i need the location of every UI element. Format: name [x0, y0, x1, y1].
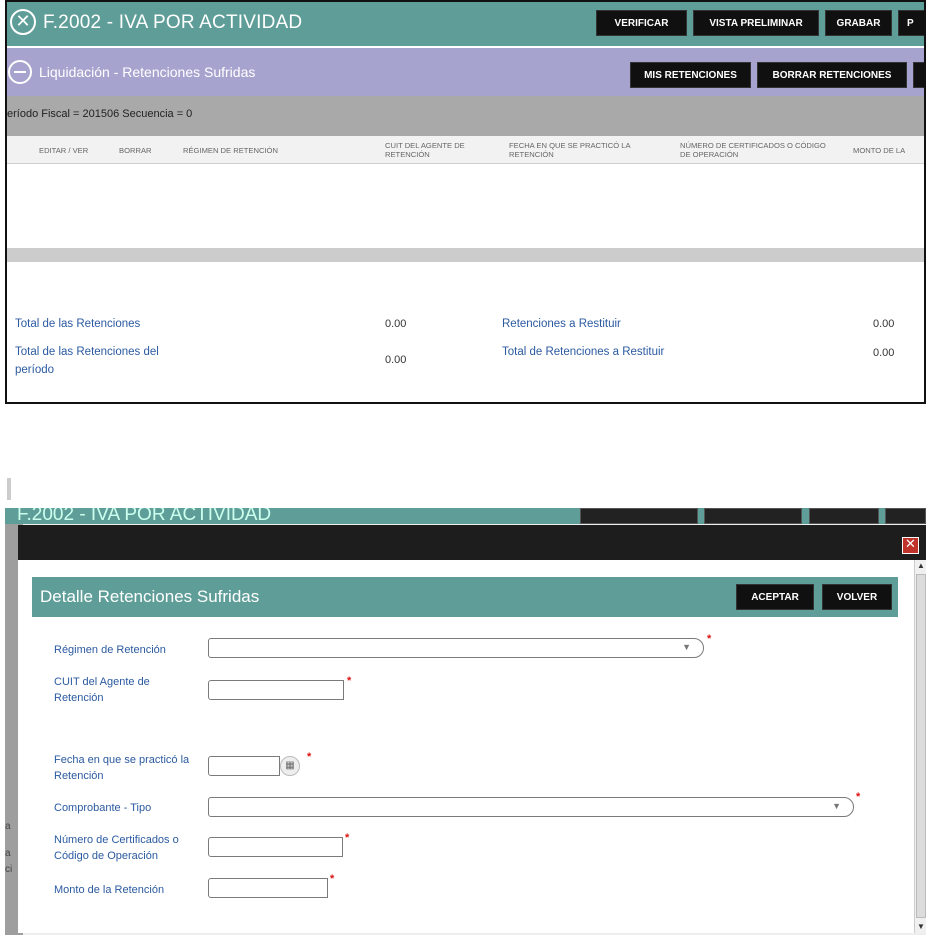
main-form-panel: ✕ F.2002 - IVA POR ACTIVIDAD VERIFICAR V… — [5, 0, 926, 404]
monto-label: Monto de la Retención — [54, 884, 165, 896]
total-period-retentions-label: Total de las Retenciones del período — [15, 346, 159, 376]
divider-mark — [7, 478, 11, 500]
calendar-icon[interactable]: ▦ — [280, 756, 300, 776]
collapse-icon[interactable] — [8, 60, 32, 84]
accept-button[interactable]: ACEPTAR — [736, 584, 814, 610]
screen: ✕ F.2002 - IVA POR ACTIVIDAD VERIFICAR V… — [0, 0, 926, 935]
period-info: eríodo Fiscal = 201506 Secuencia = 0 — [7, 108, 193, 120]
retentions-grid — [7, 164, 924, 248]
bg-verify-button — [580, 508, 698, 524]
section-header: Liquidación - Retenciones Sufridas MIS R… — [7, 48, 924, 96]
background-form-title: F.2002 - IVA POR ACTIVIDAD — [17, 508, 272, 524]
save-button[interactable]: GRABAR — [825, 10, 892, 36]
required-mark: * — [307, 751, 312, 763]
grid-column-headers: EDITAR / VER BORRAR RÉGIMEN DE RETENCIÓN… — [7, 136, 924, 164]
required-mark: * — [347, 675, 352, 687]
regimen-label: Régimen de Retención — [54, 644, 166, 656]
retention-detail-modal: ✕ Detalle Retenciones Sufridas ACEPTAR V… — [18, 525, 926, 933]
retentions-to-refund-label: Retenciones a Restituir — [502, 318, 621, 330]
total-period-retentions-value: 0.00 — [385, 354, 407, 366]
chevron-down-icon: ▼ — [832, 801, 841, 811]
scroll-down-icon[interactable]: ▼ — [915, 921, 926, 933]
required-mark: * — [856, 791, 861, 803]
col-regimen: RÉGIMEN DE RETENCIÓN — [183, 146, 278, 155]
cuit-label: CUIT del Agente de Retención — [54, 676, 150, 704]
back-button[interactable]: VOLVER — [822, 584, 892, 610]
col-cuit: CUIT DEL AGENTE DE RETENCIÓN — [385, 141, 465, 159]
comprobante-label: Comprobante - Tipo — [54, 802, 152, 814]
grid-footer-band — [7, 248, 924, 262]
col-numero: NÚMERO DE CERTIFICADOS O CÓDIGO DE OPERA… — [680, 141, 826, 159]
comprobante-select[interactable]: ▼ — [208, 797, 854, 817]
required-mark: * — [330, 873, 335, 885]
numero-input[interactable] — [208, 837, 343, 857]
bg-preview-button — [704, 508, 802, 524]
retentions-to-refund-value: 0.00 — [873, 318, 895, 330]
section-title: Liquidación - Retenciones Sufridas — [39, 64, 256, 80]
required-mark: * — [345, 832, 350, 844]
period-info-bar: eríodo Fiscal = 201506 Secuencia = 0 — [7, 96, 924, 136]
cuit-input[interactable] — [208, 680, 344, 700]
col-fecha: FECHA EN QUE SE PRACTICÓ LA RETENCIÓN — [509, 141, 631, 159]
modal-title: Detalle Retenciones Sufridas — [40, 587, 260, 606]
total-retentions-value: 0.00 — [385, 318, 407, 330]
col-monto: MONTO DE LA — [853, 146, 906, 155]
print-button[interactable]: P — [898, 10, 924, 36]
col-edit-view: EDITAR / VER — [39, 146, 89, 155]
total-to-refund-value: 0.00 — [873, 347, 895, 359]
monto-input[interactable] — [208, 878, 328, 898]
numero-label: Número de Certificados o Código de Opera… — [54, 834, 179, 862]
preview-button[interactable]: VISTA PRELIMINAR — [693, 10, 819, 36]
regimen-select[interactable]: ▼ — [208, 638, 704, 658]
close-form-icon[interactable]: ✕ — [10, 9, 36, 35]
form-header: ✕ F.2002 - IVA POR ACTIVIDAD VERIFICAR V… — [7, 2, 924, 46]
modal-body: Detalle Retenciones Sufridas ACEPTAR VOL… — [18, 560, 914, 933]
fecha-input[interactable] — [208, 756, 280, 776]
required-mark: * — [707, 633, 712, 645]
fecha-label: Fecha en que se practicó la Retención — [54, 754, 190, 782]
bg-print-button — [885, 508, 926, 524]
total-retentions-label: Total de las Retenciones — [15, 318, 141, 330]
delete-retentions-button[interactable]: BORRAR RETENCIONES — [757, 62, 907, 88]
extra-button[interactable] — [913, 62, 924, 88]
verify-button[interactable]: VERIFICAR — [596, 10, 687, 36]
scroll-thumb[interactable] — [916, 574, 926, 918]
close-modal-button[interactable]: ✕ — [902, 537, 919, 554]
scroll-up-icon[interactable]: ▲ — [915, 560, 926, 572]
bg-side-text-1: a — [5, 821, 11, 832]
form-title: F.2002 - IVA POR ACTIVIDAD — [43, 12, 303, 33]
my-retentions-button[interactable]: MIS RETENCIONES — [630, 62, 751, 88]
col-delete: BORRAR — [119, 146, 152, 155]
chevron-down-icon: ▼ — [682, 642, 691, 652]
total-to-refund-label: Total de Retenciones a Restituir — [502, 346, 665, 358]
bg-save-button — [809, 508, 879, 524]
bg-side-text-2: a — [5, 848, 11, 859]
modal-header: Detalle Retenciones Sufridas ACEPTAR VOL… — [32, 577, 898, 617]
modal-scrollbar[interactable]: ▲ ▼ — [914, 560, 926, 933]
bg-side-text-3: ci — [5, 864, 13, 875]
